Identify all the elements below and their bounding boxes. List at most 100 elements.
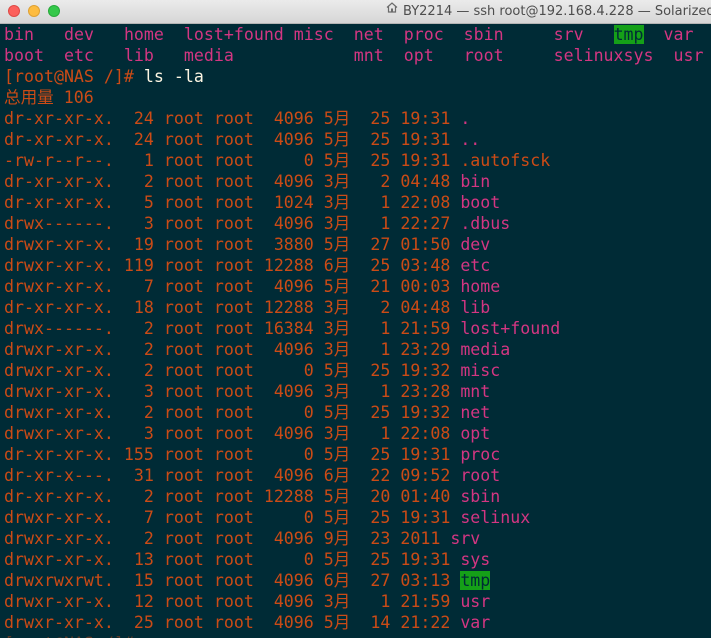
month: 3月: [323, 340, 351, 359]
listing-row: dr-xr-xr-x. 18 root root 12288 3月 2 04:4…: [4, 297, 711, 318]
owner: root: [163, 382, 204, 401]
zoom-button[interactable]: [48, 5, 60, 17]
ls-entry: mnt: [353, 46, 384, 65]
day: 1: [360, 214, 391, 233]
command-line: [root@NAS /]# ls -la: [4, 66, 711, 87]
day: 25: [360, 361, 391, 380]
listing-row: drwxr-xr-x. 2 root root 0 5月 25 19:32 ne…: [4, 402, 711, 423]
owner: root: [163, 550, 204, 569]
day: 1: [360, 382, 391, 401]
permissions: dr-xr-xr-x.: [4, 193, 114, 212]
ls-entry: media: [183, 46, 234, 65]
ls-entry: etc: [63, 46, 94, 65]
permissions: drwxr-xr-x.: [4, 613, 114, 632]
group: root: [213, 571, 254, 590]
month: 6月: [323, 466, 351, 485]
owner: root: [163, 445, 204, 464]
month: 5月: [323, 361, 351, 380]
listing-row: drwxr-xr-x. 12 root root 4096 3月 1 21:59…: [4, 591, 711, 612]
link-count: 24: [123, 109, 154, 128]
title-bar[interactable]: BY2214 — ssh root@192.168.4.228 — Solari…: [0, 0, 711, 24]
link-count: 1: [123, 151, 154, 170]
owner: root: [163, 487, 204, 506]
month: 5月: [323, 109, 351, 128]
file-name: .autofsck: [460, 151, 551, 170]
permissions: drwxr-xr-x.: [4, 256, 114, 275]
file-size: 12288: [263, 298, 314, 317]
ls-entry: tmp: [613, 25, 644, 44]
terminal-output[interactable]: bin dev home lost+found misc net proc sb…: [4, 24, 711, 638]
time: 21:59: [400, 592, 451, 611]
listing-row: drwxr-xr-x. 19 root root 3880 5月 27 01:5…: [4, 234, 711, 255]
listing-row: drwxr-xr-x. 2 root root 0 5月 25 19:32 mi…: [4, 360, 711, 381]
month: 3月: [323, 298, 351, 317]
day: 1: [360, 592, 391, 611]
file-size: 4096: [263, 109, 314, 128]
link-count: 12: [123, 592, 154, 611]
ls-entry: proc: [403, 25, 444, 44]
link-count: 24: [123, 130, 154, 149]
month: 5月: [323, 403, 351, 422]
day: 25: [360, 109, 391, 128]
listing-row: drwxr-xr-x. 3 root root 4096 3月 1 23:28 …: [4, 381, 711, 402]
file-name: media: [460, 340, 511, 359]
file-size: 0: [263, 445, 314, 464]
ls-entry: usr: [673, 46, 704, 65]
minimize-button[interactable]: [28, 5, 40, 17]
listing-row: dr-xr-xr-x. 2 root root 4096 3月 2 04:48 …: [4, 171, 711, 192]
permissions: dr-xr-xr-x.: [4, 130, 114, 149]
group: root: [213, 592, 254, 611]
listing-row: drwxr-xr-x. 3 root root 4096 3月 1 22:08 …: [4, 423, 711, 444]
ls-entry: dev: [63, 25, 94, 44]
month: 3月: [323, 193, 351, 212]
ls-entry: sys: [623, 46, 654, 65]
file-size: 0: [263, 361, 314, 380]
link-count: 13: [123, 550, 154, 569]
file-name: var: [460, 613, 491, 632]
day: 25: [360, 550, 391, 569]
link-count: 3: [123, 424, 154, 443]
file-size: 4096: [263, 382, 314, 401]
link-count: 2: [123, 361, 154, 380]
group: root: [213, 172, 254, 191]
file-name: net: [460, 403, 491, 422]
ls-entry: bin: [4, 25, 34, 44]
group: root: [213, 508, 254, 527]
day: 2: [360, 172, 391, 191]
group: root: [213, 403, 254, 422]
file-name: .dbus: [460, 214, 511, 233]
owner: root: [163, 403, 204, 422]
file-name: misc: [460, 361, 501, 380]
listing-row: dr-xr-xr-x. 24 root root 4096 5月 25 19:3…: [4, 129, 711, 150]
ls-entry: selinux: [553, 46, 624, 65]
owner: root: [163, 319, 204, 338]
time: 00:03: [400, 277, 451, 296]
time: 19:31: [400, 130, 451, 149]
permissions: dr-xr-xr-x.: [4, 487, 114, 506]
file-size: 4096: [263, 172, 314, 191]
link-count: 15: [123, 571, 154, 590]
link-count: 5: [123, 193, 154, 212]
close-button[interactable]: [8, 5, 20, 17]
owner: root: [163, 130, 204, 149]
day: 23: [360, 529, 391, 548]
file-size: 4096: [263, 214, 314, 233]
listing-row: dr-xr-xr-x. 24 root root 4096 5月 25 19:3…: [4, 108, 711, 129]
ls-entry: misc: [293, 25, 334, 44]
listing-row: drwxr-xr-x. 7 root root 4096 5月 21 00:03…: [4, 276, 711, 297]
group: root: [213, 214, 254, 233]
day: 25: [360, 445, 391, 464]
owner: root: [163, 508, 204, 527]
month: 3月: [323, 382, 351, 401]
listing-row: drwxr-xr-x. 2 root root 4096 3月 1 23:29 …: [4, 339, 711, 360]
permissions: drwxr-xr-x.: [4, 550, 114, 569]
permissions: drwxr-xr-x.: [4, 592, 114, 611]
permissions: drwx------.: [4, 214, 114, 233]
file-size: 0: [263, 403, 314, 422]
group: root: [213, 298, 254, 317]
link-count: 18: [123, 298, 154, 317]
time: 22:08: [400, 193, 451, 212]
permissions: drwxr-xr-x.: [4, 508, 114, 527]
link-count: 3: [123, 382, 154, 401]
time: 22:27: [400, 214, 451, 233]
